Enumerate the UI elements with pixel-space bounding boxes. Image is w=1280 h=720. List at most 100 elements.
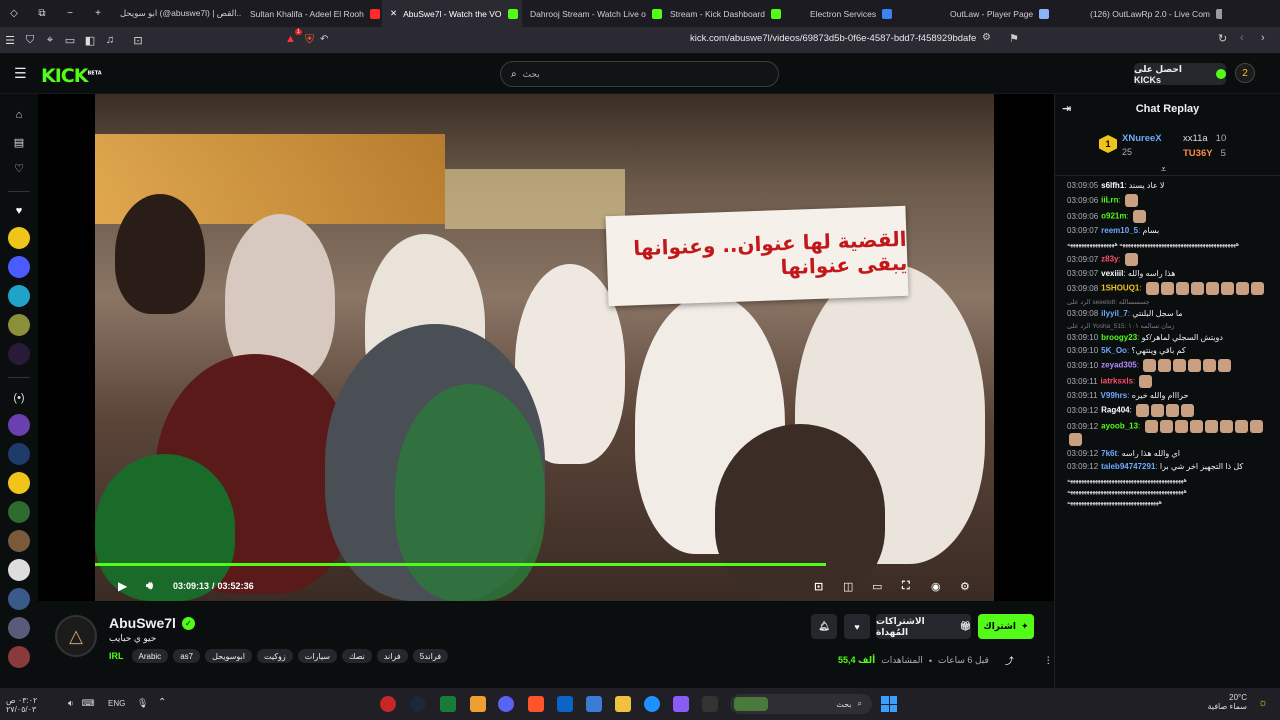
brave-icon[interactable] (528, 696, 544, 712)
app-icon[interactable] (673, 696, 689, 712)
channel-name[interactable]: AbuSwe7l ✓ (109, 615, 195, 631)
browser-tab[interactable]: Dahrooj Stream - Watch Live o (522, 0, 662, 27)
browser-tab[interactable]: Electron Services (802, 0, 942, 27)
steam-icon[interactable] (410, 696, 426, 712)
chat-username[interactable]: 7k6t (1101, 449, 1117, 458)
sidebar-channel-avatar[interactable] (8, 559, 30, 581)
share-icon[interactable]: ⤴ (1005, 654, 1014, 667)
tag-chip[interactable]: سيارات (297, 649, 337, 663)
get-kicks-button[interactable]: احصل على KICKs (1134, 63, 1226, 85)
browser-tab[interactable]: ✕ AbuSwe7l - Watch the VO (382, 0, 522, 27)
follow-heart-button[interactable]: ♥ (844, 614, 870, 639)
reload-page-icon[interactable]: ↶ (320, 34, 328, 45)
taskbar-search[interactable]: بحث ⌕ (730, 694, 872, 714)
sidebar-channel-avatar[interactable] (8, 443, 30, 465)
chat-username[interactable]: iiLrn (1101, 196, 1118, 205)
video-progress-bar[interactable] (95, 563, 826, 566)
tag-chip[interactable]: Arabic (131, 649, 169, 663)
chat-username[interactable]: 5K_Oo (1101, 346, 1127, 355)
tab-overview-icon[interactable]: ⧉ (28, 0, 56, 27)
volume-tray-icon[interactable]: 🔉︎ (68, 698, 74, 709)
shield-icon[interactable]: ⛉ (20, 27, 40, 53)
extension-icon[interactable]: ▲ 1 (283, 29, 302, 47)
new-tab-icon[interactable]: + (84, 0, 112, 27)
following-icon[interactable]: ♡ (9, 158, 29, 178)
browser-tab[interactable]: ابو سويحل (@abuswe7l) | القص... (112, 0, 242, 27)
edge-icon[interactable] (644, 696, 660, 712)
category-link[interactable]: IRL (109, 651, 124, 661)
pin-icon[interactable]: ⌖ (40, 27, 60, 53)
language-indicator[interactable]: ENG (108, 699, 125, 708)
bookmark-icon[interactable]: ⚑ (1009, 32, 1019, 45)
close-tab-icon[interactable]: ✕ (390, 8, 397, 19)
excel-icon[interactable] (440, 696, 456, 712)
app-icon[interactable] (470, 696, 486, 712)
sidebar-channel-avatar[interactable] (8, 617, 30, 639)
tag-chip[interactable]: فراند (376, 649, 408, 663)
app-icon[interactable] (586, 696, 602, 712)
sidebar-channel-avatar[interactable] (8, 285, 30, 307)
sidebar-channel-avatar[interactable] (8, 414, 30, 436)
clock[interactable]: ٠٣:٠٢ ص ٢٧/٠٥/٠٣ (6, 696, 37, 714)
gift-subs-button[interactable]: الاشتراكات المُهداة 🎁︎ (876, 614, 971, 639)
sidebar-toggle-icon[interactable]: ☰ (0, 27, 20, 53)
app-icon[interactable] (702, 696, 718, 712)
chat-username[interactable]: broogy23 (1101, 333, 1137, 342)
play-button[interactable]: ▶ (118, 578, 127, 594)
forward-icon[interactable]: › (1261, 32, 1265, 44)
reload-icon[interactable]: ↻ (1218, 32, 1227, 45)
chat-username[interactable]: vexiiil (1101, 269, 1123, 278)
chat-username[interactable]: V99hrs (1101, 391, 1128, 400)
channel-avatar[interactable]: △ (55, 615, 97, 657)
playback-speed-icon[interactable]: ◉ (931, 578, 941, 594)
kick-logo[interactable]: KICKBETA (41, 65, 102, 87)
tray-overflow-icon[interactable]: ⌃ (158, 697, 166, 708)
tag-chip[interactable]: فراند5 (412, 649, 449, 663)
sidebar-channel-avatar[interactable] (8, 227, 30, 249)
chat-username[interactable]: Rag404 (1101, 406, 1129, 415)
browser-tab[interactable]: OutLaw - Player Page (942, 0, 1082, 27)
screenshot-icon[interactable]: ⊡ (128, 27, 148, 53)
more-options-icon[interactable]: ⋮ (1044, 655, 1053, 666)
chat-username[interactable]: iatrksxls (1101, 377, 1133, 386)
chat-username[interactable]: z83y (1101, 255, 1118, 264)
settings-icon[interactable]: ⚙ (960, 578, 970, 594)
chat-username[interactable]: ilyyil_7 (1101, 309, 1128, 318)
sidebar-channel-avatar[interactable] (8, 530, 30, 552)
split-view-icon[interactable]: ◧ (80, 27, 100, 53)
browser-tab[interactable]: Stream - Kick Dashboard (662, 0, 802, 27)
theater-mode-icon[interactable]: ▭ (872, 578, 882, 594)
windows-start-icon[interactable] (881, 696, 897, 712)
expand-leaderboard-icon[interactable]: ⩡ (1161, 164, 1166, 175)
hamburger-menu-icon[interactable]: ☰ (14, 65, 27, 82)
leader-name[interactable]: XNureeX (1122, 133, 1162, 144)
tag-chip[interactable]: نصك (341, 649, 372, 663)
fullscreen-icon[interactable]: ⛶ (902, 578, 910, 594)
home-icon[interactable]: ⌂ (9, 105, 29, 125)
search-input[interactable]: ⌕ بحث (500, 61, 779, 87)
volume-icon[interactable]: 🔊︎ (146, 578, 153, 594)
browser-menu-icon[interactable]: ◇ (0, 0, 28, 27)
browser-tab[interactable]: Sultan Khalifa - Adeel El Rooh (242, 0, 382, 27)
browse-icon[interactable]: ▤ (9, 132, 29, 152)
pip-icon[interactable]: ◫ (843, 578, 853, 594)
sidebar-channel-avatar[interactable] (8, 343, 30, 365)
chat-username[interactable]: o921m (1101, 212, 1126, 221)
discord-icon[interactable] (498, 696, 514, 712)
collapse-chat-icon[interactable]: ⇥ (1062, 102, 1071, 115)
outlook-icon[interactable] (557, 696, 573, 712)
sidebar-channel-avatar[interactable] (8, 314, 30, 336)
tag-chip[interactable]: زوكيت (256, 649, 293, 663)
microphone-icon[interactable]: 🎙︎ (137, 698, 148, 709)
chat-username[interactable]: zeyad305 (1101, 361, 1137, 370)
site-settings-icon[interactable]: ⚙ (982, 32, 991, 43)
url-field[interactable]: kick.com/abuswe7l/videos/69873d5b-0f6e-4… (690, 33, 976, 44)
sidebar-channel-avatar[interactable] (8, 256, 30, 278)
user-avatar[interactable]: 2 (1235, 63, 1255, 83)
tag-chip[interactable]: ابوسويحل (205, 649, 252, 663)
minimize-icon[interactable]: − (56, 0, 84, 27)
chat-username[interactable]: s6lfh1 (1101, 181, 1124, 190)
sidebar-channel-avatar[interactable] (8, 472, 30, 494)
clip-icon[interactable]: ⊡ (814, 578, 823, 594)
subscribe-button[interactable]: اشتراك ✦ (978, 614, 1034, 639)
